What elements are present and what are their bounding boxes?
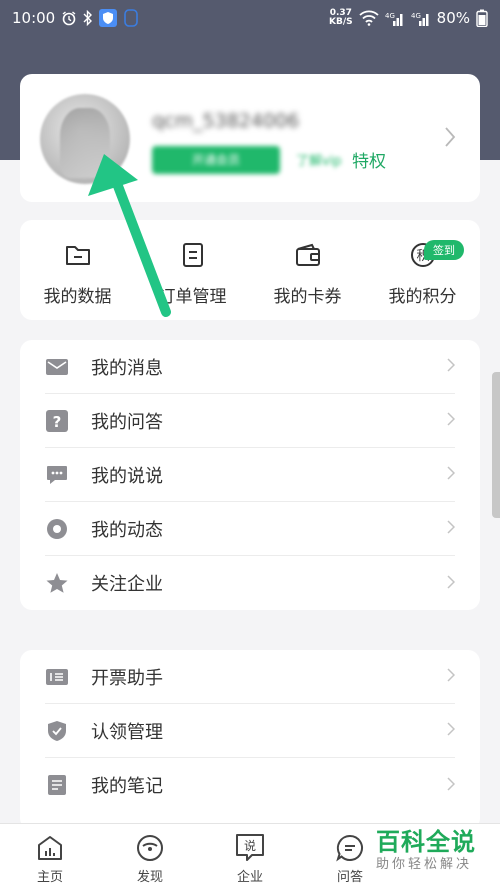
privilege-link[interactable]: 特权: [352, 147, 386, 172]
chevron-right-icon: [447, 574, 456, 593]
menu-item-claim[interactable]: 认领管理: [45, 704, 456, 758]
nav-discover[interactable]: 发现: [100, 824, 200, 889]
battery-percent: 80%: [436, 9, 470, 27]
nav-label: 企业: [236, 870, 263, 885]
chevron-right-icon: [444, 126, 456, 152]
quick-actions: 我的数据 订单管理 我的卡券 积 我的积分 签到: [20, 220, 480, 320]
shield-app-icon: [99, 9, 118, 27]
svg-text:4G: 4G: [411, 12, 421, 20]
chevron-right-icon: [447, 721, 456, 740]
menu-item-label: 开票助手: [91, 667, 163, 689]
battery-icon: [476, 9, 488, 27]
chat-bubble-icon: [45, 463, 69, 487]
quick-action-coupons[interactable]: 我的卡券: [250, 220, 365, 320]
menu-item-label: 我的问答: [91, 411, 163, 433]
nav-label: 问答: [336, 870, 363, 885]
menu-item-label: 我的说说: [91, 465, 163, 487]
quick-action-label: 我的卡券: [273, 287, 342, 307]
question-icon: ?: [45, 409, 69, 433]
menu-item-invoice[interactable]: 开票助手: [45, 650, 456, 704]
star-icon: [45, 571, 69, 595]
wallet-icon: [293, 240, 323, 270]
network-speed: 0.37 KB/S: [329, 8, 353, 27]
scrollbar-handle[interactable]: [492, 372, 500, 518]
nav-label: 发现: [136, 870, 163, 885]
status-bar: 10:00 0.37 KB/S 4G 4G 80%: [0, 0, 500, 36]
watermark-title: 百科全说: [376, 828, 476, 856]
status-time: 10:00: [12, 9, 56, 27]
notification-app-icon: [123, 9, 139, 27]
quick-action-label: 我的数据: [43, 287, 112, 307]
menu-group-2: 开票助手 认领管理 我的笔记: [20, 650, 480, 830]
qa-icon: [335, 833, 365, 863]
quick-action-my-data[interactable]: 我的数据: [20, 220, 135, 320]
watermark: 百科全说 助你轻松解决: [376, 828, 496, 874]
chevron-right-icon: [447, 411, 456, 430]
svg-text:说: 说: [244, 838, 256, 853]
menu-group-1: 我的消息 ? 我的问答 我的说说 我的动态 关注企业: [20, 340, 480, 610]
chevron-right-icon: [447, 667, 456, 686]
menu-item-label: 我的笔记: [91, 776, 163, 797]
svg-text:?: ?: [53, 413, 62, 431]
company-icon: 说: [235, 833, 265, 863]
menu-item-label: 认领管理: [91, 721, 163, 743]
folder-icon: [63, 240, 93, 270]
signal-icon-1: 4G: [385, 10, 405, 26]
menu-item-followed-companies[interactable]: 关注企业: [45, 556, 456, 610]
menu-item-posts[interactable]: 我的说说: [45, 448, 456, 502]
profile-card[interactable]: qcm_53824006 开通会员 了解vip 特权: [20, 74, 480, 202]
shield-icon: [45, 719, 69, 743]
menu-item-activity[interactable]: 我的动态: [45, 502, 456, 556]
nav-home[interactable]: 主页: [0, 824, 100, 889]
menu-item-label: 我的消息: [91, 357, 163, 379]
vip-info-text: 了解vip: [296, 154, 342, 169]
nav-company[interactable]: 说 企业: [200, 824, 300, 889]
menu-item-notes[interactable]: 我的笔记: [45, 758, 456, 812]
watermark-subtitle: 助你轻松解决: [376, 857, 473, 872]
note-icon: [45, 773, 69, 797]
menu-item-label: 我的动态: [91, 519, 163, 541]
signal-icon-2: 4G: [411, 10, 431, 26]
menu-item-qa[interactable]: ? 我的问答: [45, 394, 456, 448]
menu-item-label: 关注企业: [91, 574, 163, 595]
wifi-icon: [359, 10, 379, 26]
bluetooth-icon: [83, 10, 93, 26]
mail-icon: [45, 355, 69, 379]
chevron-right-icon: [447, 519, 456, 538]
avatar[interactable]: [40, 94, 130, 184]
nav-label: 主页: [36, 870, 63, 885]
vip-button[interactable]: 开通会员: [152, 146, 280, 174]
alarm-icon: [61, 10, 77, 26]
quick-action-points[interactable]: 积 我的积分 签到: [365, 220, 480, 320]
activity-ring-icon: [45, 517, 69, 541]
svg-text:4G: 4G: [385, 12, 395, 20]
menu-item-messages[interactable]: 我的消息: [45, 340, 456, 394]
checkin-badge[interactable]: 签到: [424, 240, 464, 260]
chevron-right-icon: [447, 465, 456, 484]
invoice-icon: [45, 665, 69, 689]
document-icon: [178, 240, 208, 270]
chevron-right-icon: [447, 776, 456, 795]
username: qcm_53824006: [152, 110, 300, 132]
chevron-right-icon: [447, 357, 456, 376]
quick-action-label: 我的积分: [388, 287, 457, 307]
discover-icon: [135, 833, 165, 863]
quick-action-label: 订单管理: [158, 287, 227, 307]
quick-action-orders[interactable]: 订单管理: [135, 220, 250, 320]
home-chart-icon: [35, 833, 65, 863]
